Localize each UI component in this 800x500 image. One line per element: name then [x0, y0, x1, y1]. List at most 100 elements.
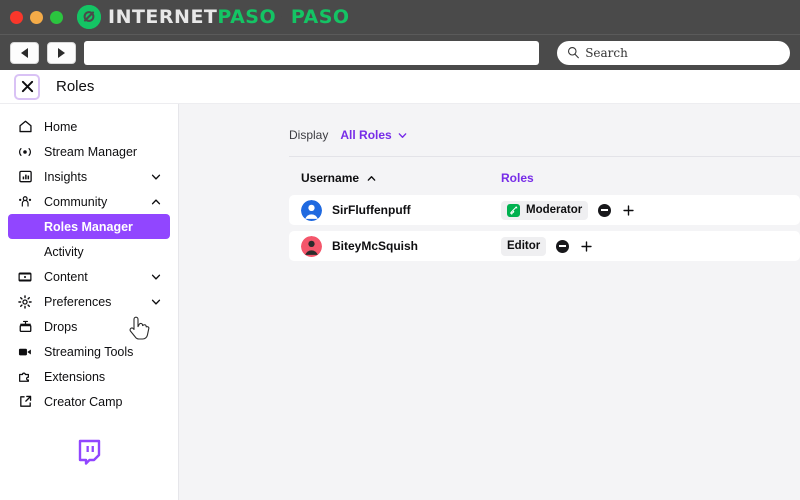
window-titlebar: INTERNETPASOAPASO [0, 0, 800, 34]
table-header: Username Roles [289, 161, 800, 195]
brand-mark-icon [77, 5, 101, 29]
username-text: SirFluffenpuff [332, 203, 411, 217]
page-body: Home Stream Manager Insights Community R… [0, 104, 800, 500]
sidebar-item-creator-camp[interactable]: Creator Camp [8, 389, 170, 414]
sidebar-item-community[interactable]: Community [8, 189, 170, 214]
all-roles-dropdown-label: All Roles [340, 128, 392, 142]
brand-logo: INTERNETPASOAPASO [77, 5, 350, 29]
extensions-icon [16, 368, 34, 386]
external-link-icon [16, 393, 34, 411]
avatar [301, 199, 322, 221]
forward-button[interactable] [47, 41, 77, 64]
table-row[interactable]: SirFluffenpuff Moderator [289, 195, 800, 225]
cell-username: SirFluffenpuff [301, 199, 501, 221]
section-divider [289, 156, 800, 157]
role-badge: Moderator [501, 200, 589, 220]
sidebar-item-content[interactable]: Content [8, 264, 170, 289]
brand-word-a: A [275, 6, 291, 28]
close-window-button[interactable] [10, 10, 23, 24]
sidebar-item-label: Drops [44, 319, 78, 334]
zoom-window-button[interactable] [50, 10, 63, 24]
table-row[interactable]: BiteyMcSquish Editor [289, 231, 800, 261]
twitch-glitch-icon [78, 439, 101, 465]
column-header-username-label: Username [301, 171, 360, 185]
chevron-down-icon [150, 171, 162, 183]
page-header: Roles [0, 70, 800, 104]
sidebar-item-label: Activity [44, 244, 84, 259]
sword-icon [507, 203, 520, 217]
sidebar-item-activity[interactable]: Activity [8, 239, 170, 264]
avatar [301, 235, 322, 257]
column-header-roles: Roles [501, 171, 534, 185]
plus-icon [623, 204, 634, 216]
sidebar-item-insights[interactable]: Insights [8, 164, 170, 189]
role-name: Editor [507, 240, 541, 252]
sidebar-item-label: Community [44, 194, 108, 209]
back-arrow-icon [21, 47, 29, 58]
minus-icon [601, 209, 609, 211]
search-box[interactable]: Search [557, 40, 791, 65]
all-roles-dropdown[interactable]: All Roles [340, 128, 407, 142]
sidebar-item-label: Home [44, 119, 78, 134]
sidebar-item-label: Streaming Tools [44, 344, 134, 359]
page-title: Roles [56, 78, 95, 95]
sidebar-item-extensions[interactable]: Extensions [8, 364, 170, 389]
chart-icon [16, 168, 34, 186]
role-badge: Editor [501, 236, 547, 256]
app-window: INTERNETPASOAPASO Search Roles Home Stre… [0, 0, 800, 500]
display-filter-row: Display All Roles [289, 128, 800, 142]
column-header-username[interactable]: Username [301, 171, 501, 185]
minus-icon [559, 245, 567, 247]
sidebar-item-preferences[interactable]: Preferences [8, 289, 170, 314]
chevron-up-icon [150, 196, 162, 208]
brand-word-internet: INTERNET [108, 6, 218, 28]
minimize-window-button[interactable] [30, 10, 43, 24]
username-text: BiteyMcSquish [332, 239, 419, 253]
add-role-button[interactable] [579, 239, 593, 253]
sidebar-item-label: Preferences [44, 294, 112, 309]
close-panel-button[interactable] [14, 73, 40, 100]
sidebar-item-label: Content [44, 269, 88, 284]
close-icon [21, 80, 33, 93]
sidebar-item-label: Extensions [44, 369, 106, 384]
brand-text: INTERNETPASOAPASO [108, 6, 350, 28]
role-name: Moderator [526, 204, 583, 216]
sidebar-item-roles-manager[interactable]: Roles Manager [8, 214, 170, 239]
brand-word-paso-1: PASO [217, 6, 276, 28]
cell-roles: Moderator [501, 200, 635, 220]
sidebar-item-label: Roles Manager [44, 219, 133, 234]
forward-arrow-icon [58, 47, 66, 58]
sidebar-item-drops[interactable]: Drops [8, 314, 170, 339]
camera-icon [16, 343, 34, 361]
add-role-button[interactable] [621, 203, 635, 217]
chevron-down-icon [150, 271, 162, 283]
sidebar-item-label: Stream Manager [44, 144, 138, 159]
broadcast-icon [16, 143, 34, 161]
display-label: Display [289, 128, 329, 142]
sidebar-item-label: Creator Camp [44, 394, 123, 409]
sidebar-item-label: Insights [44, 169, 88, 184]
sidebar-item-streaming-tools[interactable]: Streaming Tools [8, 339, 170, 364]
back-button[interactable] [10, 41, 40, 64]
cell-username: BiteyMcSquish [301, 235, 501, 257]
brand-word-paso-2: PASO [290, 6, 350, 28]
chevron-down-icon [398, 132, 407, 138]
remove-role-button[interactable] [556, 239, 570, 253]
browser-toolbar: Search [0, 34, 800, 70]
cell-roles: Editor [501, 236, 593, 256]
sidebar-item-stream-manager[interactable]: Stream Manager [8, 139, 170, 164]
video-icon [16, 268, 34, 286]
people-icon [16, 193, 34, 211]
twitch-logo [0, 439, 178, 467]
window-controls [10, 10, 63, 24]
remove-role-button[interactable] [598, 203, 612, 217]
sidebar-item-home[interactable]: Home [8, 114, 170, 139]
plus-icon [581, 240, 592, 252]
address-bar-input[interactable] [84, 40, 540, 65]
main-content: Display All Roles Username Roles SirFluf… [179, 104, 800, 500]
home-icon [16, 118, 34, 136]
sort-ascending-icon [367, 175, 376, 181]
search-icon [568, 47, 580, 59]
drops-icon [16, 318, 34, 336]
gear-icon [16, 293, 34, 311]
